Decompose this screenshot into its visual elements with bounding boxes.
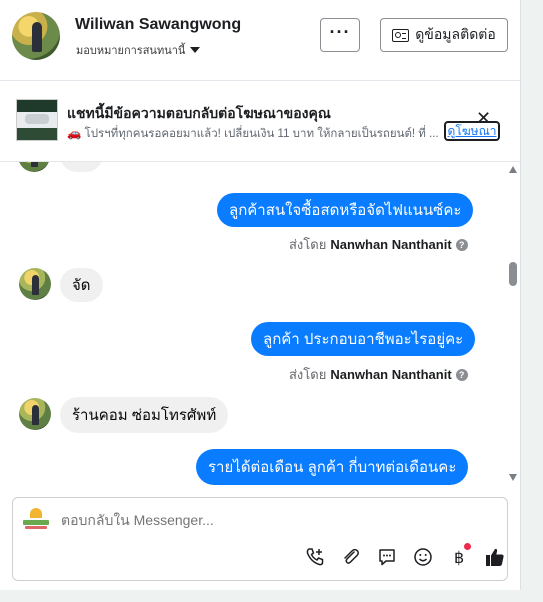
contact-avatar-small xyxy=(19,398,51,430)
message-bubble-outgoing: ลูกค้า ประกอบอาชีพอะไรอยู่คะ xyxy=(251,322,476,356)
message-scrollbar[interactable] xyxy=(506,162,520,486)
sent-by-prefix: ส่งโดย xyxy=(289,237,327,252)
page-logo-icon xyxy=(23,508,49,530)
sent-by-agent-name: Nanwhan Nanthanit xyxy=(330,237,452,252)
contact-card-icon xyxy=(392,28,410,42)
help-icon[interactable]: ? xyxy=(455,368,468,381)
ad-reply-banner: แชทนี้มีข้อความตอบกลับต่อโฆษณาของคุณ 🚗 โ… xyxy=(0,81,520,162)
message-bubble-incoming: ร้านคอม ซ่อมโทรศัพท์ xyxy=(60,397,229,433)
svg-text:฿: ฿ xyxy=(454,548,464,567)
view-contact-info-label: ดูข้อมูลติดต่อ xyxy=(415,26,496,42)
view-ad-link[interactable]: ดูโฆษณา xyxy=(444,121,500,141)
emoji-icon[interactable] xyxy=(405,546,441,568)
contact-name[interactable]: Wiliwan Sawangwong xyxy=(75,16,241,34)
sent-by-prefix: ส่งโดย xyxy=(289,367,327,382)
assign-conversation-dropdown[interactable]: มอบหมายการสนทนานี้ xyxy=(76,41,201,59)
ad-banner-subtitle: 🚗 โปรฯที่ทุกคนรอคอยมาแล้ว! เปลี่ยนเงิน 1… xyxy=(67,128,439,140)
composer-toolbar: ฿ xyxy=(297,543,513,568)
message-bubble-outgoing: ลูกค้าสนใจซื้อสดหรือจัดไฟแนนซ์คะ xyxy=(217,193,474,227)
conversation-header: Wiliwan Sawangwong มอบหมายการสนทนานี้ ··… xyxy=(0,0,520,81)
caret-down-icon xyxy=(190,47,201,53)
message-bubble-incoming: จัด xyxy=(60,162,103,172)
baht-payment-icon[interactable]: ฿ xyxy=(441,543,477,568)
notification-dot xyxy=(464,543,471,550)
contact-avatar[interactable] xyxy=(12,12,60,60)
view-contact-info-button[interactable]: ดูข้อมูลติดต่อ xyxy=(380,18,508,52)
contact-avatar-small xyxy=(19,268,51,300)
help-icon[interactable]: ? xyxy=(455,238,468,251)
saved-replies-icon[interactable] xyxy=(369,546,405,568)
assign-label: มอบหมายการสนทนานี้ xyxy=(76,45,186,57)
scroll-down-arrow-icon[interactable] xyxy=(509,474,517,481)
reply-composer: ฿ xyxy=(12,497,508,581)
scroll-up-arrow-icon[interactable] xyxy=(509,166,517,173)
add-call-icon[interactable] xyxy=(297,546,333,568)
message-thread: จัด ลูกค้าสนใจซื้อสดหรือจัดไฟแนนซ์คะ ส่ง… xyxy=(0,162,506,486)
scrollbar-thumb[interactable] xyxy=(509,262,517,286)
reply-input[interactable] xyxy=(61,512,481,528)
contact-avatar-small xyxy=(18,162,50,172)
message-bubble-outgoing: รายได้ต่อเดือน ลูกค้า กี่บาทต่อเดือนคะ xyxy=(196,449,469,485)
attachment-icon[interactable] xyxy=(333,546,369,568)
more-options-button[interactable]: ··· xyxy=(320,18,360,52)
conversation-panel: Wiliwan Sawangwong มอบหมายการสนทนานี้ ··… xyxy=(0,0,521,590)
sent-by-agent-name: Nanwhan Nanthanit xyxy=(330,367,452,382)
message-bubble-incoming: จัด xyxy=(60,268,103,302)
like-icon[interactable] xyxy=(477,546,513,568)
sent-by-label: ส่งโดย Nanwhan Nanthanit ? xyxy=(289,234,468,255)
ad-banner-title: แชทนี้มีข้อความตอบกลับต่อโฆษณาของคุณ xyxy=(67,105,331,121)
sent-by-label: ส่งโดย Nanwhan Nanthanit ? xyxy=(289,364,468,385)
ad-thumbnail[interactable] xyxy=(16,99,58,141)
